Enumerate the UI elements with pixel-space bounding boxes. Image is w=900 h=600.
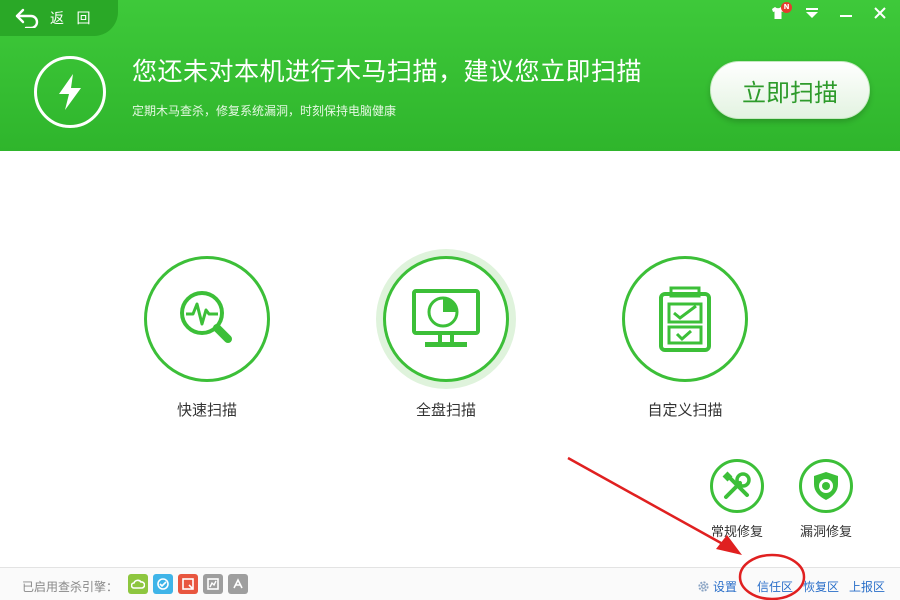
- back-arrow-icon: [15, 8, 39, 28]
- full-scan-button[interactable]: [383, 256, 509, 382]
- trust-zone-link[interactable]: 信任区: [757, 578, 793, 595]
- avira-engine-icon[interactable]: [203, 574, 223, 594]
- wrench-screwdriver-icon: [722, 471, 751, 499]
- restore-zone-link[interactable]: 恢复区: [803, 578, 839, 595]
- banner-headline: 您还未对本机进行木马扫描，建议您立即扫描: [132, 57, 643, 86]
- dropdown-menu-icon: [806, 8, 818, 18]
- minimize-button[interactable]: [836, 4, 856, 22]
- banner-subline: 定期木马查杀，修复系统漏洞，时刻保持电脑健康: [132, 104, 397, 118]
- engine-list: [128, 574, 248, 594]
- footer-bar: 已启用查杀引擎： 设置 信任区 恢复区 上报区: [0, 567, 900, 600]
- custom-scan-button[interactable]: [622, 256, 748, 382]
- settings-link[interactable]: 设置: [697, 578, 737, 595]
- close-icon: [874, 7, 886, 19]
- settings-label: 设置: [713, 580, 738, 594]
- minimize-icon: [840, 15, 852, 17]
- back-label: 返 回: [50, 11, 95, 27]
- shield-icon: [814, 472, 838, 500]
- quick-scan-icon: [180, 291, 232, 343]
- quick-scan-button[interactable]: [144, 256, 270, 382]
- general-repair-label[interactable]: 常规修复: [697, 521, 777, 540]
- close-button[interactable]: [870, 4, 890, 22]
- general-repair-button[interactable]: [710, 459, 764, 513]
- qvm-engine-icon[interactable]: [153, 574, 173, 594]
- qex-engine-icon[interactable]: [178, 574, 198, 594]
- custom-scan-icon: [659, 286, 711, 352]
- skin-button[interactable]: N: [768, 2, 792, 22]
- vulnerability-repair-button[interactable]: [799, 459, 853, 513]
- vulnerability-repair-label[interactable]: 漏洞修复: [786, 521, 866, 540]
- report-zone-link[interactable]: 上报区: [849, 578, 885, 595]
- bitdefender-engine-icon[interactable]: [228, 574, 248, 594]
- menu-button[interactable]: [802, 4, 822, 22]
- gear-icon: [698, 581, 709, 592]
- scan-now-button[interactable]: 立即扫描: [710, 61, 870, 119]
- back-button[interactable]: 返 回: [0, 0, 118, 36]
- engine-label: 已启用查杀引擎：: [22, 580, 119, 594]
- full-scan-icon: [412, 289, 480, 347]
- header-banner: 返 回 N 您还未对本机进行木马扫描，建议您立即扫描 定期木马查杀，修复系统漏洞…: [0, 0, 900, 151]
- full-scan-label[interactable]: 全盘扫描: [366, 399, 526, 420]
- custom-scan-label[interactable]: 自定义扫描: [605, 399, 765, 420]
- notification-badge: N: [781, 2, 792, 13]
- lightning-icon: [59, 74, 81, 110]
- quick-scan-label[interactable]: 快速扫描: [127, 399, 287, 420]
- lightning-badge: [34, 56, 106, 128]
- cloud-engine-icon[interactable]: [128, 574, 148, 594]
- window-controls: N: [768, 2, 890, 22]
